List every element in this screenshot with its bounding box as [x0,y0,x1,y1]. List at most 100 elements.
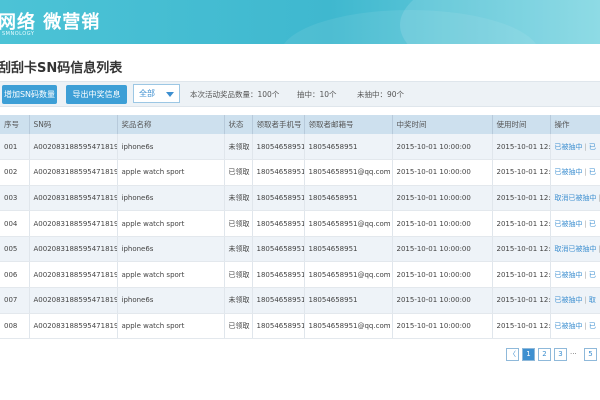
table-row: 007 A002083188595471819 iphone6s 未领取 1805465… [0,287,600,314]
table-cell: 18054658951 [304,287,393,314]
column-header: 状态 [224,115,253,134]
action-separator: | [584,270,587,279]
column-header: 中奖时间 [392,115,493,134]
table-row: 001 A00208318859547181​9 iphone6s 未领取 180546… [0,134,600,161]
table-row: 008 A002083188595471819 apple watch sport 已… [0,313,600,340]
table-cell: 18054658951 [252,210,305,237]
table-cell: A002083188595471819 [29,261,118,289]
table-cell: A002083188595471819 [29,287,118,314]
stat-total: 本次活动奖品数量：100个 [190,90,280,99]
row-action-link[interactable]: 已被抽中 [555,220,583,228]
table-cell: 18054658951@qq.com [304,313,393,340]
table-cell: 未领取 [224,287,253,314]
table-cell: A002083188595471819 [29,210,118,237]
row-action-link[interactable]: 已被抽中 [555,322,583,330]
table-cell: 2015-10-01 12:00:00 [492,287,551,314]
table-cell: 2015-10-01 12:00:00 [492,313,551,340]
action-separator: | [584,321,587,330]
table-cell: apple watch sport [117,159,225,186]
pager-page-3[interactable]: 3 [554,348,567,361]
table-cell: iphone6s [117,287,225,314]
row-secondary-action-link[interactable]: 已 [589,143,596,151]
table-cell: 未领取 [224,236,253,263]
table-cell: 18054658951@qq.com [304,261,393,289]
action-cell: 取消已被抽中|已 [550,185,600,212]
column-header: 领取者邮箱号 [304,115,393,134]
table-cell: 已领取 [224,261,253,289]
table-cell: iphone6s [117,185,225,212]
row-action-link[interactable]: 取消已被抽中 [555,245,597,253]
table-cell: 008 [0,313,30,340]
row-action-link[interactable]: 已被抽中 [555,168,583,176]
action-separator: | [584,168,587,177]
table-cell: 001 [0,134,30,161]
table-cell: 18054658951 [304,134,393,161]
action-separator: | [584,219,587,228]
table-cell: 18054658951 [252,236,305,263]
table-header-row: 序号 SN码 奖品名称 状态 领取者手机号 领取者邮箱号 中奖时间 使用时间 操作 [0,115,600,134]
row-action-link[interactable]: 已被抽中 [555,296,583,304]
table-cell: 007 [0,287,30,314]
pager-page-2[interactable]: 2 [538,348,551,361]
table-cell: 004 [0,210,30,237]
table-cell: iphone6s [117,134,225,161]
table-cell: 002 [0,159,30,186]
column-header: 使用时间 [492,115,551,134]
table-cell: 2015-10-01 12:00:00 [492,185,551,212]
toolbar: 增加SN码数量 导出中奖信息 全部 本次活动奖品数量：100个 抽中：10个 未… [0,81,600,107]
pager-page-1[interactable]: 1 [522,348,535,361]
action-separator: | [584,296,587,305]
table-cell: A002083188595471819 [29,159,118,186]
stat-not-won: 未抽中：90个 [357,90,405,99]
table-cell: 2015-10-01 10:00:00 [392,236,493,263]
row-secondary-action-link[interactable]: 已 [589,271,596,279]
table-cell: 2015-10-01 12:00:00 [492,261,551,289]
column-header: 领取者手机号 [252,115,305,134]
table-cell: 003 [0,185,30,212]
table-cell: 18054658951 [252,159,305,186]
table-cell: apple watch sport [117,261,225,289]
pager-prev-button[interactable]: 〈 [506,348,519,361]
row-secondary-action-link[interactable]: 已 [589,220,596,228]
table-cell: 18054658951 [252,134,305,161]
table-cell: 2015-10-01 10:00:00 [392,261,493,289]
brand-logo-subtitle: SMNOLOGY [2,31,35,37]
table-cell: 已领取 [224,313,253,340]
table-cell: A002083188595471819 [29,236,118,263]
table-cell: 已领取 [224,159,253,186]
row-action-link[interactable]: 已被抽中 [555,271,583,279]
row-secondary-action-link[interactable]: 取 [589,296,596,304]
top-banner: 网络 微营销 SMNOLOGY [0,0,600,44]
action-cell: 已被抽中 | 已 [550,159,600,186]
table-cell: iphone6s [117,236,225,263]
column-header: SN码 [29,115,118,134]
table-cell: 已领取 [224,210,253,237]
row-secondary-action-link[interactable]: 已 [589,322,596,330]
row-secondary-action-link[interactable]: 已 [589,168,596,176]
status-filter-select[interactable]: 全部 [133,84,180,103]
table-row: 004 A002083188595471819 apple watch sport 已… [0,210,600,237]
add-sn-button[interactable]: 增加SN码数量 [2,85,57,104]
table-cell: 2015-10-01 12:00:00 [492,134,551,161]
action-cell: 已被抽中 | 已 [550,261,600,289]
table-cell: apple watch sport [117,210,225,237]
action-separator: | [584,142,587,151]
table-cell: 2015-10-01 10:00:00 [392,134,493,161]
status-filter-value: 全部 [139,89,155,98]
column-header: 奖品名称 [117,115,225,134]
table-cell: A002083188595471819 [29,313,118,340]
row-action-link[interactable]: 已被抽中 [555,143,583,151]
export-winners-button[interactable]: 导出中奖信息 [66,85,127,104]
table-cell: 18054658951@qq.com [304,210,393,237]
table-cell: 2015-10-01 10:00:00 [392,313,493,340]
table-row: 002 A002083188595471819 apple watch sport 已… [0,159,600,186]
table-cell: 18054658951 [304,185,393,212]
row-action-link[interactable]: 取消已被抽中 [555,194,597,202]
table-cell: 2015-10-01 12:00:00 [492,159,551,186]
table-cell: 18054658951 [252,287,305,314]
pager-page-last[interactable]: 5 [584,348,597,361]
table-cell: A00208318859547181​9 [29,134,118,161]
action-cell: 已被抽中 | 已 [550,313,600,340]
action-cell: 已被抽中 | 取 [550,287,600,314]
table-cell: 18054658951 [304,236,393,263]
